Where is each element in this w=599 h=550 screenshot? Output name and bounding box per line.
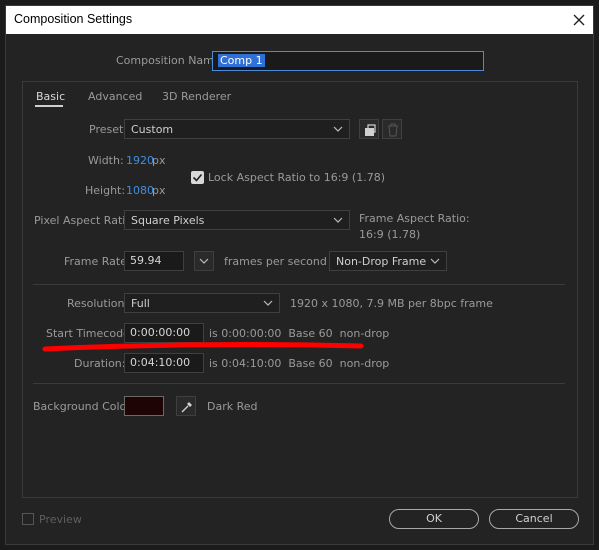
frame-rate-presets-button[interactable] (194, 251, 214, 271)
resolution-value: Full (131, 297, 150, 310)
frame-rate-label: Frame Rate: (64, 255, 131, 268)
cancel-button[interactable]: Cancel (489, 509, 579, 529)
background-color-swatch[interactable] (124, 396, 164, 416)
height-label: Height: (85, 184, 126, 197)
frame-aspect-value: 16:9 (1.78) (359, 228, 421, 241)
save-preset-icon (365, 124, 376, 136)
tab-advanced[interactable]: Advanced (88, 90, 142, 103)
preset-dropdown[interactable]: Custom (124, 119, 350, 139)
comp-name-value: Comp 1 (218, 54, 265, 67)
chevron-down-icon (333, 126, 343, 132)
chevron-down-icon (263, 300, 273, 306)
pixel-aspect-value: Square Pixels (131, 214, 205, 227)
title-bar: Composition Settings (6, 6, 593, 34)
chevron-down-icon (430, 258, 440, 264)
preview-checkbox[interactable] (22, 513, 34, 525)
preset-value: Custom (131, 123, 174, 136)
drop-frame-dropdown[interactable]: Non-Drop Frame (329, 251, 447, 271)
frame-rate-unit: frames per second (224, 255, 327, 268)
divider (33, 383, 565, 384)
preset-label: Preset: (89, 123, 128, 136)
width-unit: px (152, 154, 166, 167)
tab-basic[interactable]: Basic (36, 90, 65, 103)
trash-icon (388, 123, 398, 137)
preview-label[interactable]: Preview (39, 513, 82, 526)
eyedropper-icon (181, 402, 192, 413)
height-unit: px (152, 184, 166, 197)
window-title: Composition Settings (14, 12, 133, 26)
background-color-name: Dark Red (207, 400, 258, 413)
duration-input[interactable]: 0:04:10:00 (124, 353, 204, 373)
drop-frame-value: Non-Drop Frame (336, 255, 427, 268)
width-value[interactable]: 1920 (126, 154, 154, 167)
divider (33, 284, 565, 285)
frame-aspect-label: Frame Aspect Ratio: (359, 212, 470, 225)
ok-button[interactable]: OK (389, 509, 479, 529)
delete-preset-button[interactable] (382, 119, 402, 139)
comp-name-field[interactable]: Comp 1 (212, 51, 484, 71)
tab-3d-renderer[interactable]: 3D Renderer (162, 90, 231, 103)
chevron-down-icon (199, 258, 209, 264)
frame-rate-input[interactable]: 59.94 (124, 251, 184, 271)
lock-aspect-checkbox[interactable] (191, 171, 204, 184)
resolution-dropdown[interactable]: Full (124, 293, 280, 313)
duration-label: Duration: (74, 357, 126, 370)
red-annotation-underline (42, 342, 364, 352)
chevron-down-icon (333, 217, 343, 223)
pixel-aspect-dropdown[interactable]: Square Pixels (124, 210, 350, 230)
settings-panel: Basic Advanced 3D Renderer Preset: Custo… (22, 81, 578, 498)
composition-settings-dialog: Composition Settings Composition Name: C… (5, 5, 594, 545)
comp-name-label: Composition Name: (116, 54, 225, 67)
background-color-label: Background Color: (33, 400, 135, 413)
lock-aspect-label[interactable]: Lock Aspect Ratio to 16:9 (1.78) (208, 171, 385, 184)
width-label: Width: (88, 154, 124, 167)
save-preset-button[interactable] (359, 119, 379, 139)
pixel-aspect-label: Pixel Aspect Ratio: (34, 214, 136, 227)
close-icon[interactable] (569, 10, 589, 30)
eyedropper-button[interactable] (176, 396, 196, 416)
resolution-info: 1920 x 1080, 7.9 MB per 8bpc frame (290, 297, 493, 310)
tab-basic-underline (35, 105, 63, 107)
duration-info: is 0:04:10:00 Base 60 non-drop (209, 357, 390, 370)
resolution-label: Resolution: (67, 297, 129, 310)
height-value[interactable]: 1080 (126, 184, 154, 197)
checkbox-checked-icon (192, 173, 203, 182)
